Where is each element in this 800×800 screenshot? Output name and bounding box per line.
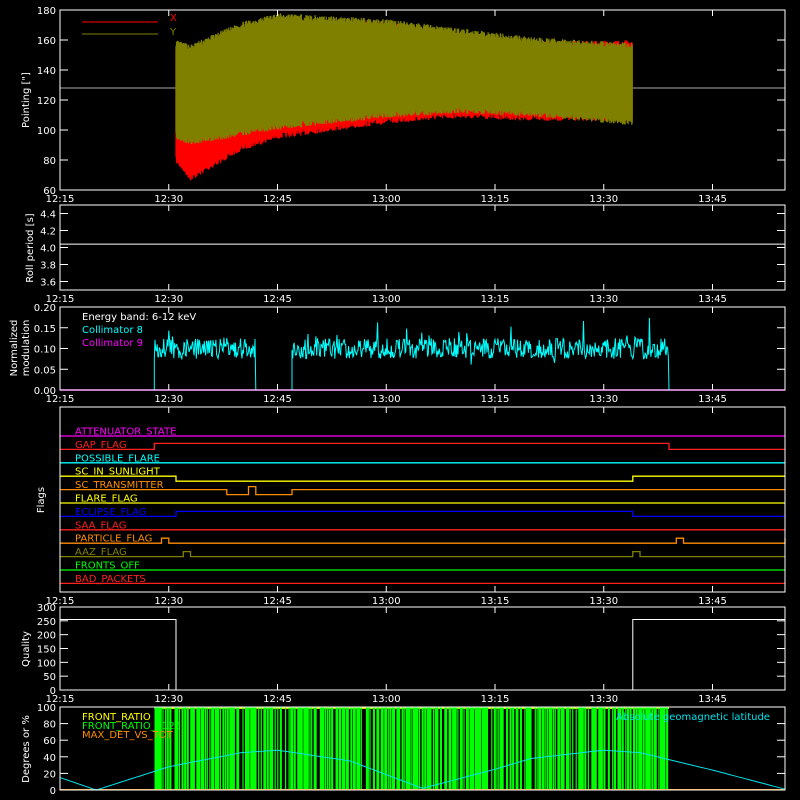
- x-tick-label: 12:30: [154, 294, 183, 305]
- y-tick-label: 3.8: [40, 261, 56, 272]
- modulation-ylabel-line1: Normalized: [9, 320, 20, 377]
- y-tick-label: 80: [43, 720, 56, 731]
- y-tick-label: 80: [43, 156, 56, 167]
- x-tick-label: 13:15: [481, 596, 510, 607]
- x-tick-label: 13:30: [589, 394, 618, 405]
- flag-label: GAP_FLAG: [75, 440, 127, 451]
- y-tick-label: 4.0: [40, 244, 56, 255]
- x-tick-label: 12:45: [263, 194, 292, 205]
- x-tick-label: 13:15: [481, 394, 510, 405]
- x-tick-label: 12:30: [154, 394, 183, 405]
- legend-geomag-latitude: Absolute geomagnetic latitude: [616, 712, 770, 723]
- x-tick-label: 13:00: [372, 394, 401, 405]
- y-tick-label: 0.05: [34, 365, 56, 376]
- x-tick-label: 13:45: [698, 294, 727, 305]
- y-tick-label: 0.20: [34, 303, 56, 314]
- x-tick-label: 13:15: [481, 694, 510, 705]
- x-tick-label: 13:45: [698, 596, 727, 607]
- legend-y-label: Y: [169, 27, 177, 38]
- y-tick-label: 50: [43, 672, 56, 683]
- y-tick-label: 0: [50, 786, 56, 797]
- flag-label: AAZ_FLAG: [75, 547, 127, 558]
- flag-label: SC_IN_SUNLIGHT: [75, 467, 161, 478]
- flags-ylabel: Flags: [36, 487, 47, 513]
- rhessi-quicklook-figure: 12:15 12:30 12:45 13:00 13:15 13:30 13:4560801…: [0, 0, 800, 800]
- x-tick-label: 12:45: [263, 694, 292, 705]
- flag-label: SC_TRANSMITTER: [75, 480, 164, 491]
- y-tick-label: 140: [37, 66, 56, 77]
- y-tick-label: 40: [43, 753, 56, 764]
- y-tick-label: 4.2: [40, 227, 56, 238]
- y-tick-label: 0.15: [34, 324, 56, 335]
- y-tick-label: 200: [37, 631, 56, 642]
- x-tick-label: 13:30: [589, 194, 618, 205]
- pointing-ylabel: Pointing ["]: [21, 72, 32, 128]
- y-tick-label: 0: [50, 686, 56, 697]
- y-tick-label: 180: [37, 6, 56, 17]
- x-tick-label: 12:45: [263, 394, 292, 405]
- x-tick-label: 13:15: [481, 294, 510, 305]
- y-tick-label: 120: [37, 96, 56, 107]
- y-tick-label: 0.00: [34, 386, 56, 397]
- flag-label: ECLIPSE_FLAG: [75, 507, 146, 518]
- energy-band-annotation: Energy band: 6-12 keV: [82, 312, 196, 323]
- y-tick-label: 60: [43, 736, 56, 747]
- flag-label: SAA_FLAG: [75, 520, 126, 531]
- legend-x-label: X: [170, 13, 177, 24]
- y-tick-label: 100: [37, 703, 56, 714]
- y-tick-label: 160: [37, 36, 56, 47]
- y-tick-label: 0.10: [34, 345, 56, 356]
- ratio-ylabel: Degrees or %: [21, 715, 32, 783]
- flag-label: POSSIBLE_FLARE: [75, 453, 160, 464]
- x-tick-label: 12:45: [263, 596, 292, 607]
- x-tick-label: 13:00: [372, 194, 401, 205]
- legend-collimator-8: Collimator 8: [82, 325, 143, 336]
- y-tick-label: 100: [37, 126, 56, 137]
- flag-label: ATTENUATOR_STATE: [75, 427, 176, 438]
- x-tick-label: 13:00: [372, 294, 401, 305]
- legend-max-det-vs-tot: MAX_DET_VS_TOT: [82, 730, 174, 741]
- x-tick-label: 12:45: [263, 294, 292, 305]
- x-tick-label: 13:00: [372, 694, 401, 705]
- y-tick-label: 4.4: [40, 210, 56, 221]
- flag-label: BAD_PACKETS: [75, 574, 146, 585]
- x-tick-label: 13:30: [589, 294, 618, 305]
- x-tick-label: 13:15: [481, 194, 510, 205]
- x-tick-label: 13:45: [698, 394, 727, 405]
- flag-label: PARTICLE_FLAG: [75, 534, 152, 545]
- y-tick-label: 3.6: [40, 278, 56, 289]
- flag-label: FRONTS_OFF: [75, 561, 140, 572]
- legend-collimator-9: Collimator 9: [82, 338, 143, 349]
- x-tick-label: 13:45: [698, 194, 727, 205]
- x-tick-label: 12:30: [154, 694, 183, 705]
- quality-ylabel: Quality: [21, 631, 32, 667]
- y-tick-label: 20: [43, 769, 56, 780]
- x-tick-label: 12:30: [154, 596, 183, 607]
- y-tick-label: 60: [43, 186, 56, 197]
- y-tick-label: 150: [37, 645, 56, 656]
- y-tick-label: 300: [37, 603, 56, 614]
- flag-label: FLARE_FLAG: [75, 494, 138, 505]
- y-tick-label: 100: [37, 658, 56, 669]
- x-tick-label: 12:30: [154, 194, 183, 205]
- roll-ylabel: Roll period [s]: [25, 213, 36, 282]
- x-tick-label: 13:30: [589, 694, 618, 705]
- x-tick-label: 13:30: [589, 596, 618, 607]
- y-tick-label: 250: [37, 617, 56, 628]
- modulation-ylabel-line2: modulation: [21, 320, 32, 377]
- x-tick-label: 13:00: [372, 596, 401, 607]
- x-tick-label: 13:45: [698, 694, 727, 705]
